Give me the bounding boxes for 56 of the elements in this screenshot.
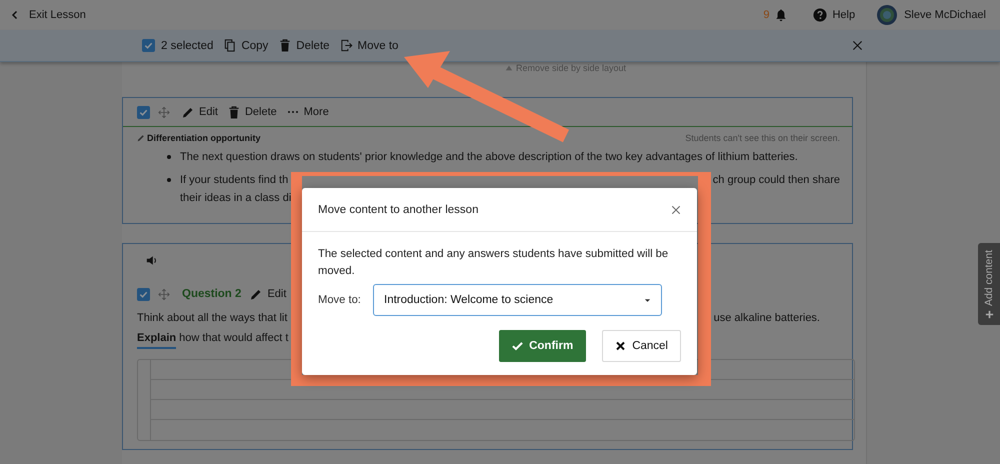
user-menu[interactable]: Sleve McDichael <box>877 5 986 25</box>
selection-count: 2 selected <box>161 40 214 52</box>
question-text: Think about all the ways that lit <box>137 312 288 326</box>
chevron-left-icon <box>10 10 20 20</box>
bullet-text: If your students find th <box>180 173 288 188</box>
question-title: Question 2 <box>182 288 242 300</box>
bullet-text: ch group could then share <box>712 173 840 188</box>
edit-button[interactable]: Edit <box>250 288 286 300</box>
add-content-tab[interactable]: Add content <box>978 243 1000 325</box>
pencil-icon <box>137 134 145 142</box>
question-text: use alkaline batteries. <box>714 312 820 326</box>
exit-lesson-link[interactable]: Exit Lesson <box>10 9 86 21</box>
bell-icon[interactable] <box>775 8 788 22</box>
bullet-text: The next question draws on students' prior knowledge and the above description of the two key advantages of lithium batteries. <box>180 150 798 165</box>
caret-icon <box>644 298 651 302</box>
dialog-message: The selected content and any answers students have submitted will be moved. <box>318 247 670 279</box>
trash-icon <box>279 39 292 52</box>
keyword-link[interactable]: Explain <box>137 332 176 349</box>
notification-count: 9 <box>763 9 770 21</box>
bullet-text: their ideas in a class di <box>180 191 292 206</box>
dialog-title: Move content to another lesson <box>318 204 478 216</box>
pencil-icon <box>250 288 262 300</box>
bullet-dot <box>167 155 171 159</box>
confirm-button[interactable]: Confirm <box>499 330 586 362</box>
visibility-note: Students can't see this on their screen. <box>685 133 840 143</box>
field-label: Move to: <box>318 294 362 306</box>
copy-button[interactable]: Copy <box>224 39 268 52</box>
move-to-icon <box>340 39 353 52</box>
pencil-icon <box>182 106 194 118</box>
drag-handle-icon[interactable] <box>158 288 170 300</box>
x-icon <box>615 341 626 351</box>
delete-button[interactable]: Delete <box>228 106 277 118</box>
speaker-icon[interactable] <box>146 254 158 266</box>
help-icon <box>813 8 828 22</box>
plus-icon <box>984 310 994 319</box>
block-checkbox[interactable] <box>137 106 150 118</box>
more-button[interactable]: More <box>286 106 329 118</box>
dots-icon <box>286 110 299 114</box>
check-icon <box>512 341 524 351</box>
bullet-dot <box>167 178 171 182</box>
drag-handle-icon[interactable] <box>158 106 170 118</box>
trash-icon <box>228 106 240 118</box>
close-icon[interactable] <box>671 204 681 214</box>
delete-button[interactable]: Delete <box>279 39 330 52</box>
cancel-button[interactable]: Cancel <box>602 330 681 362</box>
question-checkbox[interactable] <box>137 288 150 300</box>
close-icon[interactable] <box>852 40 863 51</box>
move-button[interactable]: Move to <box>340 39 398 52</box>
edit-button[interactable]: Edit <box>182 106 218 118</box>
avatar-icon <box>877 5 898 25</box>
question-text: how that would affect t <box>179 332 288 346</box>
lesson-dropdown[interactable]: Introduction: Welcome to science <box>373 284 662 316</box>
select-checkbox[interactable] <box>142 39 155 52</box>
note-title: Differentiation opportunity <box>147 133 260 143</box>
help-button[interactable]: Help <box>813 8 856 22</box>
copy-icon <box>224 39 236 52</box>
